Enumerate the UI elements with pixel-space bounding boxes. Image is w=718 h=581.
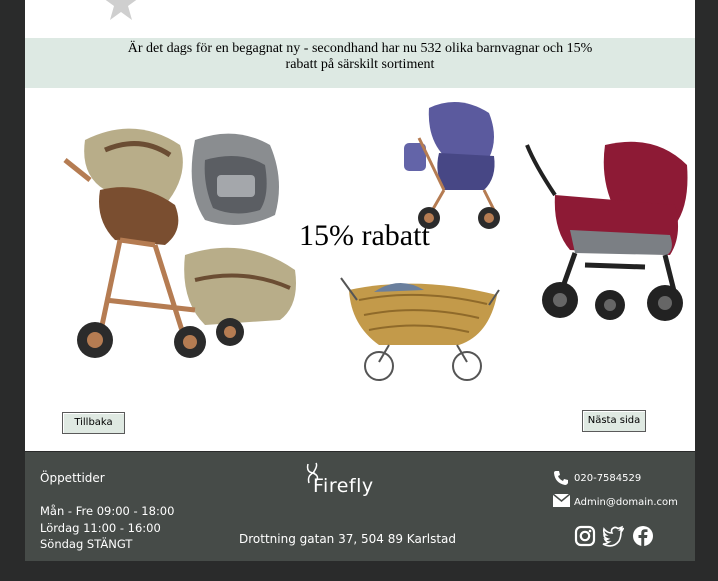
phone-number: 020-7584529 xyxy=(574,473,642,484)
banner-text: Är det dags för en begagnat ny - secondh… xyxy=(115,41,605,73)
brand-name: Firefly xyxy=(313,475,374,497)
purple-stroller-image xyxy=(404,102,500,229)
address-text: Drottning gatan 37, 504 89 Karlstad xyxy=(239,532,456,546)
opening-hours-title: Öppettider xyxy=(40,471,105,485)
twitter-icon[interactable] xyxy=(602,525,624,547)
gucci-stroller-image xyxy=(63,128,296,358)
hours-sunday: Söndag STÄNGT xyxy=(40,537,133,551)
banner-line-2: rabatt på särskilt sortiment xyxy=(285,57,435,72)
instagram-icon[interactable] xyxy=(574,525,596,547)
mail-icon xyxy=(553,494,570,507)
back-button[interactable]: Tillbaka xyxy=(62,412,125,434)
hours-weekdays: Mån - Fre 09:00 - 18:00 xyxy=(40,504,175,518)
hours-saturday: Lördag 11:00 - 16:00 xyxy=(40,520,161,535)
next-page-button[interactable]: Nästa sida xyxy=(582,410,646,432)
facebook-icon[interactable] xyxy=(632,525,654,547)
site-footer: Öppettider Mån - Fre 09:00 - 18:00 Lörda… xyxy=(25,452,695,561)
promo-banner: Är det dags för en begagnat ny - secondh… xyxy=(25,38,695,88)
vintage-pram-image xyxy=(340,277,500,381)
red-stroller-image xyxy=(525,141,688,321)
discount-label: 15% rabatt xyxy=(299,219,430,252)
content-panel: Är det dags för en begagnat ny - secondh… xyxy=(25,0,695,451)
star-icon xyxy=(105,0,137,20)
email-address: Admin@domain.com xyxy=(574,497,678,508)
phone-icon xyxy=(554,471,568,485)
banner-line-1: Är det dags för en begagnat ny - secondh… xyxy=(127,41,593,56)
opening-hours-list: Mån - Fre 09:00 - 18:00 Lördag 11:00 - 1… xyxy=(40,503,174,553)
